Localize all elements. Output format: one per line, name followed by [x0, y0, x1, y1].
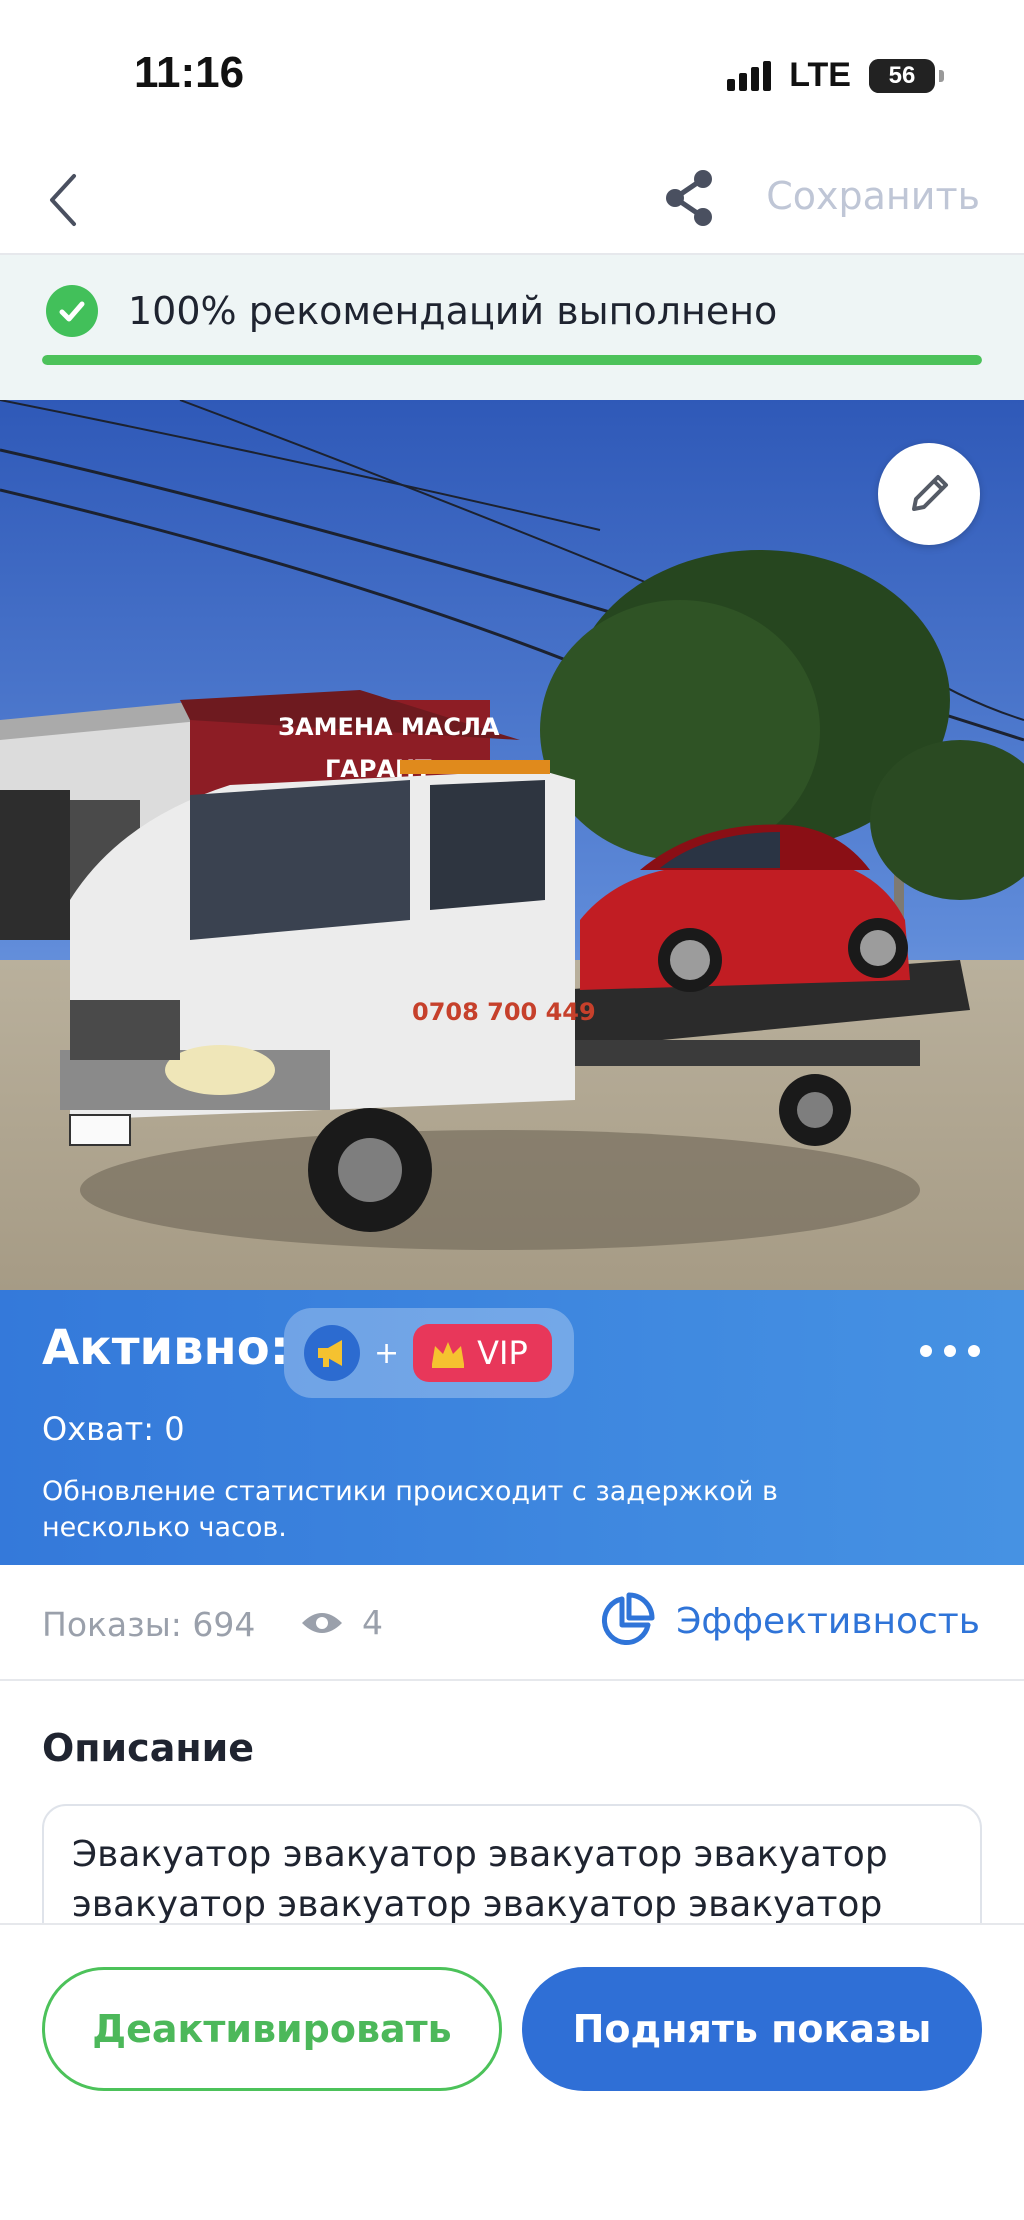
check-circle-icon — [46, 285, 98, 337]
deactivate-button[interactable]: Деактивировать — [42, 1967, 502, 2091]
status-bar: 11:16 LTE 56 — [0, 0, 1024, 150]
crown-icon — [432, 1342, 465, 1368]
vip-badge: VIP — [413, 1324, 552, 1382]
recommendations-banner[interactable]: 100% рекомендаций выполнено — [0, 255, 1024, 400]
pencil-icon — [912, 475, 948, 511]
views-count: 4 — [362, 1603, 383, 1642]
active-title: Активно: — [42, 1320, 289, 1376]
check-icon — [59, 301, 85, 322]
promotion-badges[interactable]: + VIP — [284, 1308, 574, 1398]
recommendations-progress-fill — [42, 355, 982, 365]
more-options-button[interactable] — [920, 1336, 980, 1366]
battery-icon: 56 — [869, 58, 935, 93]
tow-truck-photo: ЗАМЕНА МАСЛА ГАРАНТ 0708 700 449 — [0, 400, 1024, 1290]
eye-icon — [302, 1612, 342, 1633]
battery-tip — [939, 69, 944, 82]
back-button[interactable] — [34, 170, 94, 230]
description-title: Описание — [42, 1726, 255, 1770]
nav-bar: Сохранить — [0, 150, 1024, 255]
boost-impressions-button[interactable]: Поднять показы — [522, 1967, 982, 2091]
status-indicators: LTE 56 — [727, 56, 944, 95]
views-stat: 4 — [300, 1603, 383, 1642]
description-text: Эвакуатор эвакуатор эвакуатор эвакуатор … — [72, 1834, 888, 1925]
recommendations-progress-bar — [42, 355, 982, 365]
impressions-count: Показы: 694 — [42, 1605, 256, 1644]
active-status-panel: Активно: + VIP Охват: 0 Обновление стати… — [0, 1290, 1024, 1565]
efficiency-button[interactable]: Эффективность — [596, 1591, 980, 1651]
battery-percent: 56 — [888, 61, 916, 89]
vip-label: VIP — [477, 1334, 528, 1372]
stats-row: Показы: 694 4 Эффективность — [0, 1565, 1024, 1681]
chevron-left-icon — [50, 174, 76, 226]
reach-count: Охват: 0 — [42, 1410, 185, 1448]
share-icon — [666, 170, 712, 226]
status-time: 11:16 — [134, 48, 245, 97]
pie-chart-icon — [602, 1592, 655, 1646]
save-button[interactable]: Сохранить — [766, 174, 980, 218]
recommendations-text: 100% рекомендаций выполнено — [128, 289, 778, 333]
network-label: LTE — [789, 56, 851, 94]
truck-phone-number: 0708 700 449 — [412, 998, 596, 1026]
stats-delay-note: Обновление статистики происходит с задер… — [42, 1476, 778, 1543]
megaphone-icon — [304, 1325, 360, 1381]
plus-sign: + — [374, 1335, 400, 1371]
listing-photo[interactable]: ЗАМЕНА МАСЛА ГАРАНТ 0708 700 449 — [0, 400, 1024, 1290]
efficiency-label: Эффективность — [676, 1600, 980, 1642]
edit-photo-button[interactable] — [878, 443, 980, 545]
signal-icon — [727, 60, 772, 91]
garage-sign: ЗАМЕНА МАСЛА — [278, 713, 500, 741]
share-button[interactable] — [660, 168, 720, 228]
bottom-action-bar: Деактивировать Поднять показы — [0, 1923, 1024, 2220]
